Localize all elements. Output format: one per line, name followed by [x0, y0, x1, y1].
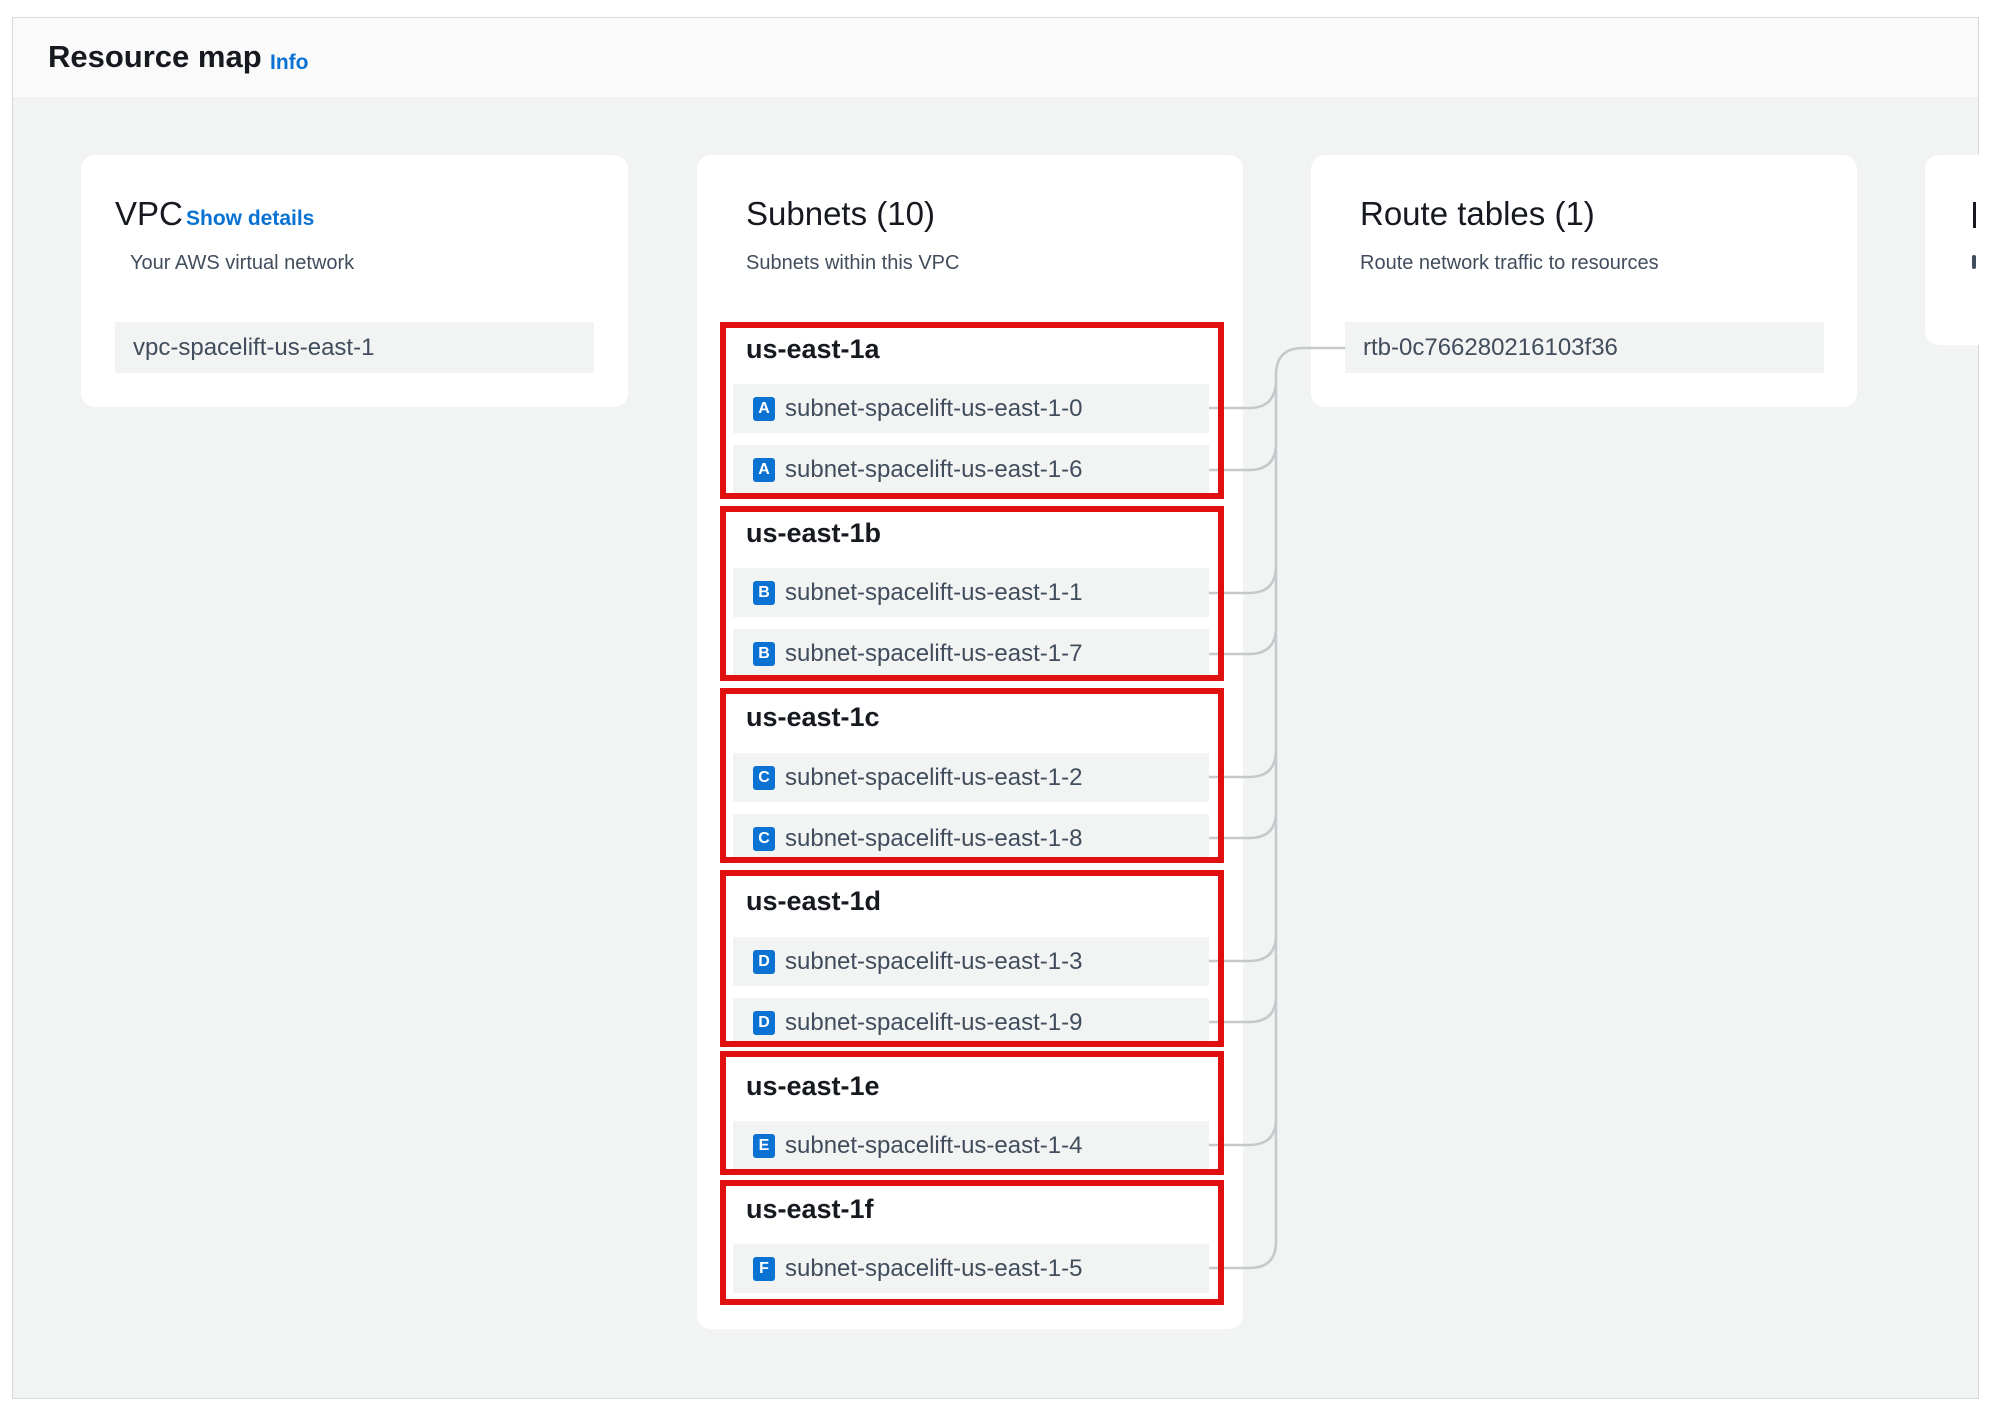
- highlight-box: [720, 322, 1224, 499]
- highlight-box: [720, 506, 1224, 681]
- highlight-box: [720, 1180, 1224, 1305]
- highlight-box: [720, 688, 1224, 863]
- highlight-box: [720, 870, 1224, 1047]
- highlight-box: [720, 1051, 1224, 1175]
